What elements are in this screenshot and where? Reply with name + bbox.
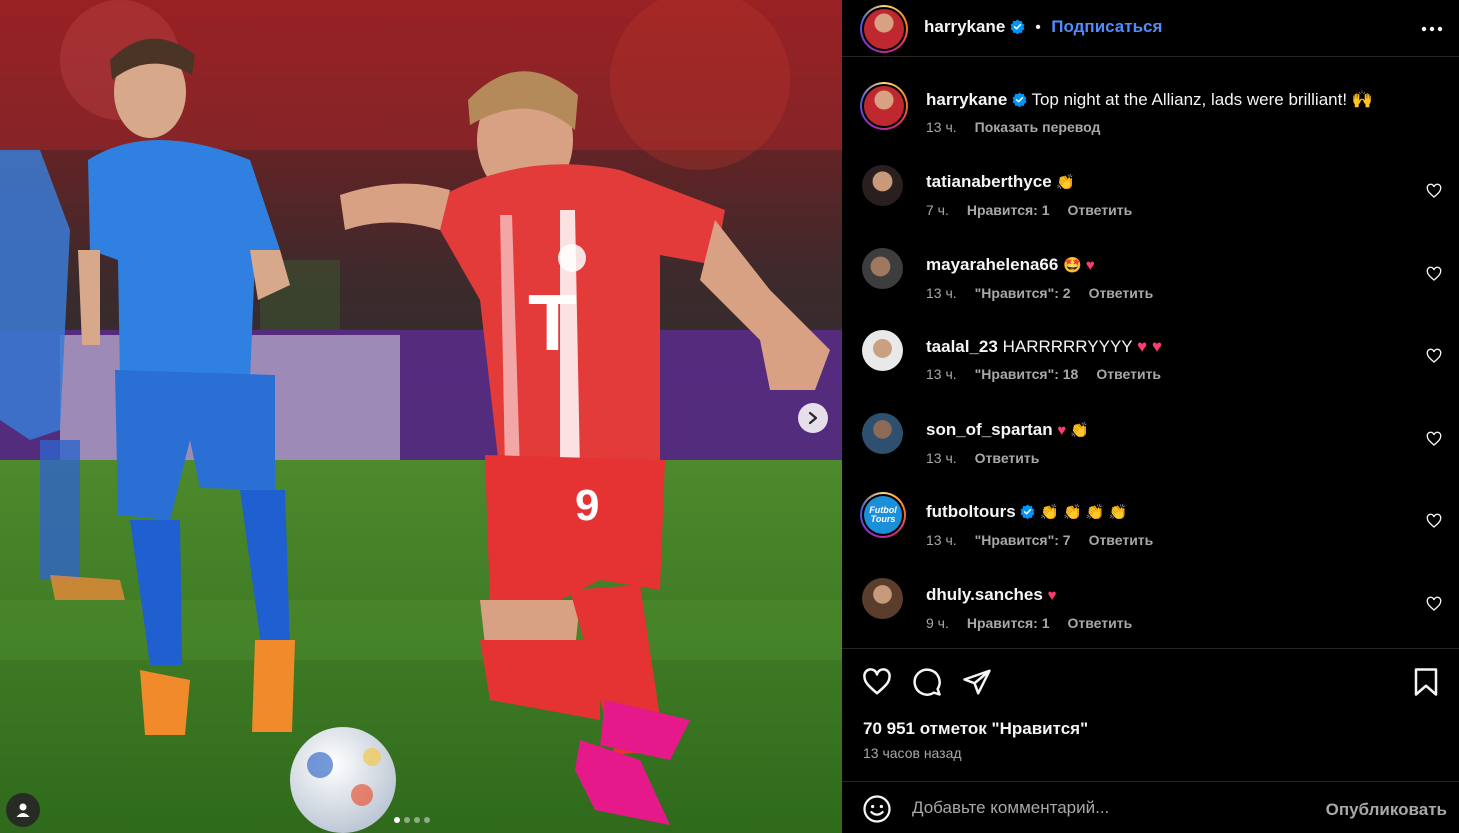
comment-likes[interactable]: "Нравится": 7: [975, 532, 1071, 548]
comment-username[interactable]: futboltours: [926, 502, 1016, 521]
post-time: 13 часов назад: [863, 745, 962, 761]
reply-button[interactable]: Ответить: [1068, 615, 1133, 631]
commenter-avatar[interactable]: [862, 330, 903, 371]
comment-time: 7 ч.: [926, 202, 949, 218]
commenter-avatar[interactable]: Futbol Tours: [860, 492, 906, 538]
comment-time: 13 ч.: [926, 532, 957, 548]
show-translation-button[interactable]: Показать перевод: [975, 119, 1101, 135]
post-side-panel: harrykane • Подписаться harrykane Top ni…: [842, 0, 1459, 833]
carousel-indicator: [394, 817, 430, 823]
tagged-users-button[interactable]: [6, 793, 40, 827]
reply-button[interactable]: Ответить: [1089, 532, 1154, 548]
carousel-next-button[interactable]: [798, 403, 828, 433]
reply-button[interactable]: Ответить: [1096, 366, 1161, 382]
comment-likes[interactable]: "Нравится": 2: [975, 285, 1071, 301]
comment-time: 13 ч.: [926, 450, 957, 466]
svg-text:T: T: [528, 278, 577, 367]
comment-likes[interactable]: Нравится: 1: [967, 202, 1050, 218]
reply-button[interactable]: Ответить: [1089, 285, 1154, 301]
like-comment-heart-icon[interactable]: [1426, 513, 1442, 529]
caption-username[interactable]: harrykane: [926, 90, 1007, 109]
comment-bubble-icon[interactable]: [912, 667, 942, 697]
caption-time: 13 ч.: [926, 119, 957, 135]
author-avatar[interactable]: [860, 5, 908, 53]
comment-username[interactable]: dhuly.sanches: [926, 585, 1043, 604]
like-comment-heart-icon[interactable]: [1426, 183, 1442, 199]
publish-comment-button[interactable]: Опубликовать: [1326, 800, 1447, 820]
comment-username[interactable]: taalal_23: [926, 337, 998, 356]
comment-time: 13 ч.: [926, 285, 957, 301]
post-header: harrykane • Подписаться: [842, 0, 1459, 57]
follow-button[interactable]: Подписаться: [1051, 17, 1162, 36]
verified-badge-icon: [1012, 92, 1027, 107]
comment-likes[interactable]: "Нравится": 18: [975, 366, 1079, 382]
post-photo: T 9: [0, 0, 842, 833]
comment-text: ♥ 👏: [1057, 422, 1090, 439]
like-heart-icon[interactable]: [862, 667, 892, 697]
like-comment-heart-icon[interactable]: [1426, 348, 1442, 364]
caption-text: Top night at the Allianz, lads were bril…: [1031, 90, 1373, 109]
post-actions: 70 951 отметок "Нравится" 13 часов назад…: [842, 648, 1459, 833]
verified-badge-icon: [1021, 504, 1035, 519]
post-media[interactable]: T 9: [0, 0, 842, 833]
comments-list[interactable]: harrykane Top night at the Allianz, lads…: [842, 58, 1459, 648]
carousel-dot: [394, 817, 400, 823]
comment-time: 9 ч.: [926, 615, 949, 631]
caption-author-avatar[interactable]: [860, 82, 908, 130]
save-bookmark-icon[interactable]: [1413, 667, 1439, 697]
carousel-dot: [404, 817, 410, 823]
comment-text: 👏: [1056, 174, 1076, 191]
comment-likes[interactable]: Нравится: 1: [967, 615, 1050, 631]
separator-dot: •: [1035, 19, 1041, 36]
comment-username[interactable]: mayarahelena66: [926, 255, 1058, 274]
chevron-right-icon: [808, 411, 818, 425]
likes-count[interactable]: 70 951 отметок "Нравится": [863, 719, 1088, 739]
comment-text: ♥: [1047, 587, 1057, 604]
futboltours-logo-text: Futbol Tours: [869, 505, 897, 524]
add-comment-bar: Опубликовать: [842, 781, 1459, 833]
user-icon: [16, 803, 30, 817]
comment-username[interactable]: tatianaberthyce: [926, 172, 1052, 191]
emoji-smiley-icon[interactable]: [862, 794, 892, 824]
more-options-icon[interactable]: [1421, 18, 1443, 40]
commenter-avatar[interactable]: [862, 578, 903, 619]
commenter-avatar[interactable]: [862, 248, 903, 289]
like-comment-heart-icon[interactable]: [1426, 596, 1442, 612]
comment-text: 👏 👏 👏 👏: [1040, 504, 1128, 521]
comment-username[interactable]: son_of_spartan: [926, 420, 1053, 439]
carousel-dot: [414, 817, 420, 823]
carousel-dot: [424, 817, 430, 823]
share-paper-plane-icon[interactable]: [962, 667, 992, 697]
comment-text: 🤩 ♥: [1063, 257, 1095, 274]
commenter-avatar[interactable]: [862, 413, 903, 454]
author-username[interactable]: harrykane: [924, 17, 1005, 36]
comment-input[interactable]: [912, 794, 1312, 822]
svg-text:9: 9: [575, 481, 599, 530]
like-comment-heart-icon[interactable]: [1426, 431, 1442, 447]
commenter-avatar[interactable]: [862, 165, 903, 206]
like-comment-heart-icon[interactable]: [1426, 266, 1442, 282]
verified-badge-icon: [1010, 19, 1025, 34]
reply-button[interactable]: Ответить: [1068, 202, 1133, 218]
comment-time: 13 ч.: [926, 366, 957, 382]
comment-text: HARRRRRYYYY ♥ ♥: [1002, 337, 1162, 356]
reply-button[interactable]: Ответить: [975, 450, 1040, 466]
